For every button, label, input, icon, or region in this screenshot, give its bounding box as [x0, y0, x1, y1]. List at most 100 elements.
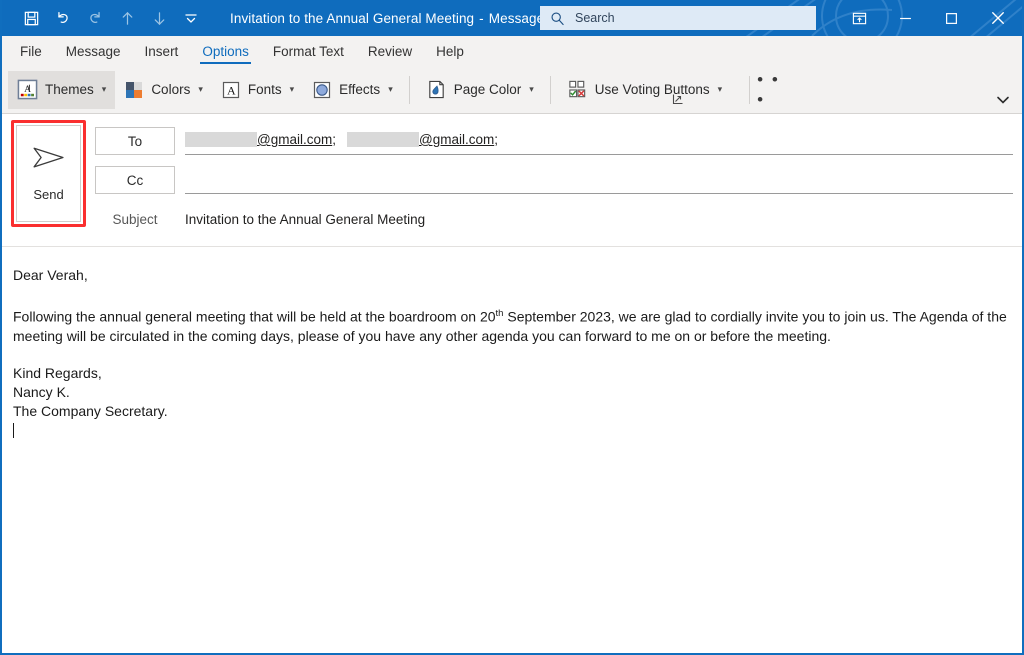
signature-line-1: Kind Regards, [13, 364, 102, 381]
cc-button[interactable]: Cc [95, 166, 175, 194]
subject-field-row: Subject Invitation to the Annual General… [95, 206, 1013, 234]
tab-review[interactable]: Review [356, 36, 424, 66]
ribbon-separator [408, 75, 410, 104]
chevron-down-icon: ▾ [198, 84, 203, 94]
recipient-redacted-name [185, 132, 257, 147]
cc-input[interactable] [185, 166, 1013, 194]
tab-help-label: Help [436, 43, 464, 59]
text-caret-icon [13, 422, 14, 438]
subject-input[interactable]: Invitation to the Annual General Meeting [185, 206, 1013, 234]
themes-button-label: Themes [45, 82, 94, 97]
tracking-dialog-launcher-icon[interactable] [672, 92, 684, 110]
body-signature: Kind Regards, Nancy K. The Company Secre… [13, 364, 1008, 440]
recipient-domain: @gmail.com [257, 132, 333, 147]
svg-text:A: A [227, 83, 236, 97]
window-controls [836, 0, 1022, 36]
close-icon[interactable] [974, 0, 1022, 36]
cc-button-label: Cc [126, 172, 144, 188]
next-item-icon[interactable] [144, 3, 174, 33]
recipient-redacted-name [347, 132, 419, 147]
send-button-label: Send [33, 187, 64, 202]
ribbon-overflow-button[interactable]: • • • [757, 70, 791, 109]
to-button[interactable]: To [95, 127, 175, 155]
tab-options[interactable]: Options [190, 36, 261, 66]
effects-button[interactable]: Effects ▾ [303, 71, 402, 109]
tab-format-text-label: Format Text [272, 43, 344, 59]
recipient-domain: @gmail.com [419, 132, 495, 147]
save-icon[interactable] [16, 3, 46, 33]
svg-text:A: A [24, 84, 31, 95]
tab-format-text[interactable]: Format Text [261, 36, 356, 66]
recipient-separator: ; [494, 132, 498, 147]
signature-line-3: The Company Secretary. [13, 402, 168, 419]
tab-insert[interactable]: Insert [133, 36, 191, 66]
chevron-down-icon: ▾ [101, 84, 107, 94]
effects-icon [312, 80, 332, 100]
body-greeting: Dear Verah, [13, 267, 88, 283]
ribbon-overflow-label: • • • [757, 69, 780, 109]
window-title: Invitation to the Annual General Meeting… [230, 11, 581, 26]
to-button-label: To [127, 133, 143, 149]
search-input[interactable] [575, 11, 790, 25]
minimize-icon[interactable] [882, 0, 928, 36]
collapse-ribbon-icon[interactable] [996, 92, 1010, 110]
message-body[interactable]: Dear Verah, Following the annual general… [2, 247, 1022, 653]
ribbon-tab-strip: File Message Insert Options Format Text … [2, 36, 1022, 66]
tab-file-label: File [20, 43, 42, 59]
tab-options-label: Options [202, 43, 249, 59]
colors-button-label: Colors [151, 82, 191, 97]
tab-file[interactable]: File [8, 36, 54, 66]
ribbon-toolbar: A Themes ▾ Colors ▾ A Fonts ▾ Effects ▾ … [2, 66, 1022, 114]
chevron-down-icon: ▾ [289, 84, 295, 94]
maximize-icon[interactable] [928, 0, 974, 36]
chevron-down-icon: ▾ [388, 84, 393, 94]
tab-review-label: Review [367, 43, 413, 59]
page-color-button[interactable]: Page Color ▾ [417, 71, 543, 109]
tab-message-label: Message [65, 43, 121, 59]
body-paragraph: Following the annual general meeting tha… [13, 304, 1008, 346]
use-voting-buttons-label: Use Voting Buttons [594, 82, 710, 97]
body-paragraph-part1: Following the annual general meeting tha… [13, 308, 496, 325]
tab-insert-label: Insert [144, 43, 179, 59]
to-field-row: To @gmail.com; @gmail.com; [95, 127, 1013, 155]
redo-icon[interactable] [80, 3, 110, 33]
fonts-button-label: Fonts [247, 82, 282, 97]
send-button[interactable]: Send [16, 125, 81, 222]
search-box[interactable] [540, 6, 816, 30]
window-title-separator: - [479, 10, 484, 26]
ribbon-display-options-icon[interactable] [836, 0, 882, 36]
colors-button[interactable]: Colors ▾ [115, 71, 212, 109]
to-input[interactable]: @gmail.com; @gmail.com; [185, 127, 1013, 155]
cc-field-row: Cc [95, 166, 1013, 194]
tab-help[interactable]: Help [424, 36, 476, 66]
send-arrow-icon [30, 145, 68, 176]
text-cursor [13, 421, 1008, 440]
ribbon-separator [749, 75, 751, 104]
use-voting-buttons-icon [567, 79, 588, 100]
recipient-separator: ; [332, 132, 336, 147]
chevron-down-icon: ▾ [529, 84, 534, 94]
fonts-button[interactable]: A Fonts ▾ [212, 71, 303, 109]
search-icon [550, 11, 565, 26]
themes-button[interactable]: A Themes ▾ [8, 70, 116, 109]
window-title-subject: Invitation to the Annual General Meeting [230, 10, 475, 26]
themes-icon: A [17, 79, 38, 100]
subject-label: Subject [112, 212, 158, 227]
page-color-icon [426, 79, 447, 100]
previous-item-icon[interactable] [112, 3, 142, 33]
customize-quick-access-toolbar-icon[interactable] [176, 3, 206, 33]
page-color-button-label: Page Color [453, 82, 522, 97]
tab-message[interactable]: Message [54, 36, 133, 66]
outlook-compose-window: Invitation to the Annual General Meeting… [0, 0, 1024, 655]
use-voting-buttons-button[interactable]: Use Voting Buttons ▾ [558, 71, 731, 109]
undo-icon[interactable] [48, 3, 78, 33]
chevron-down-icon: ▾ [717, 84, 723, 94]
ribbon-separator [549, 75, 551, 104]
quick-access-toolbar [2, 3, 206, 33]
colors-icon [124, 80, 144, 100]
signature-line-2: Nancy K. [13, 383, 70, 400]
effects-button-label: Effects [339, 82, 381, 97]
title-bar: Invitation to the Annual General Meeting… [2, 0, 1022, 36]
compose-header: Send To @gmail.com; @gmail.com; Cc Subjec… [2, 114, 1022, 247]
fonts-icon: A [221, 80, 241, 100]
